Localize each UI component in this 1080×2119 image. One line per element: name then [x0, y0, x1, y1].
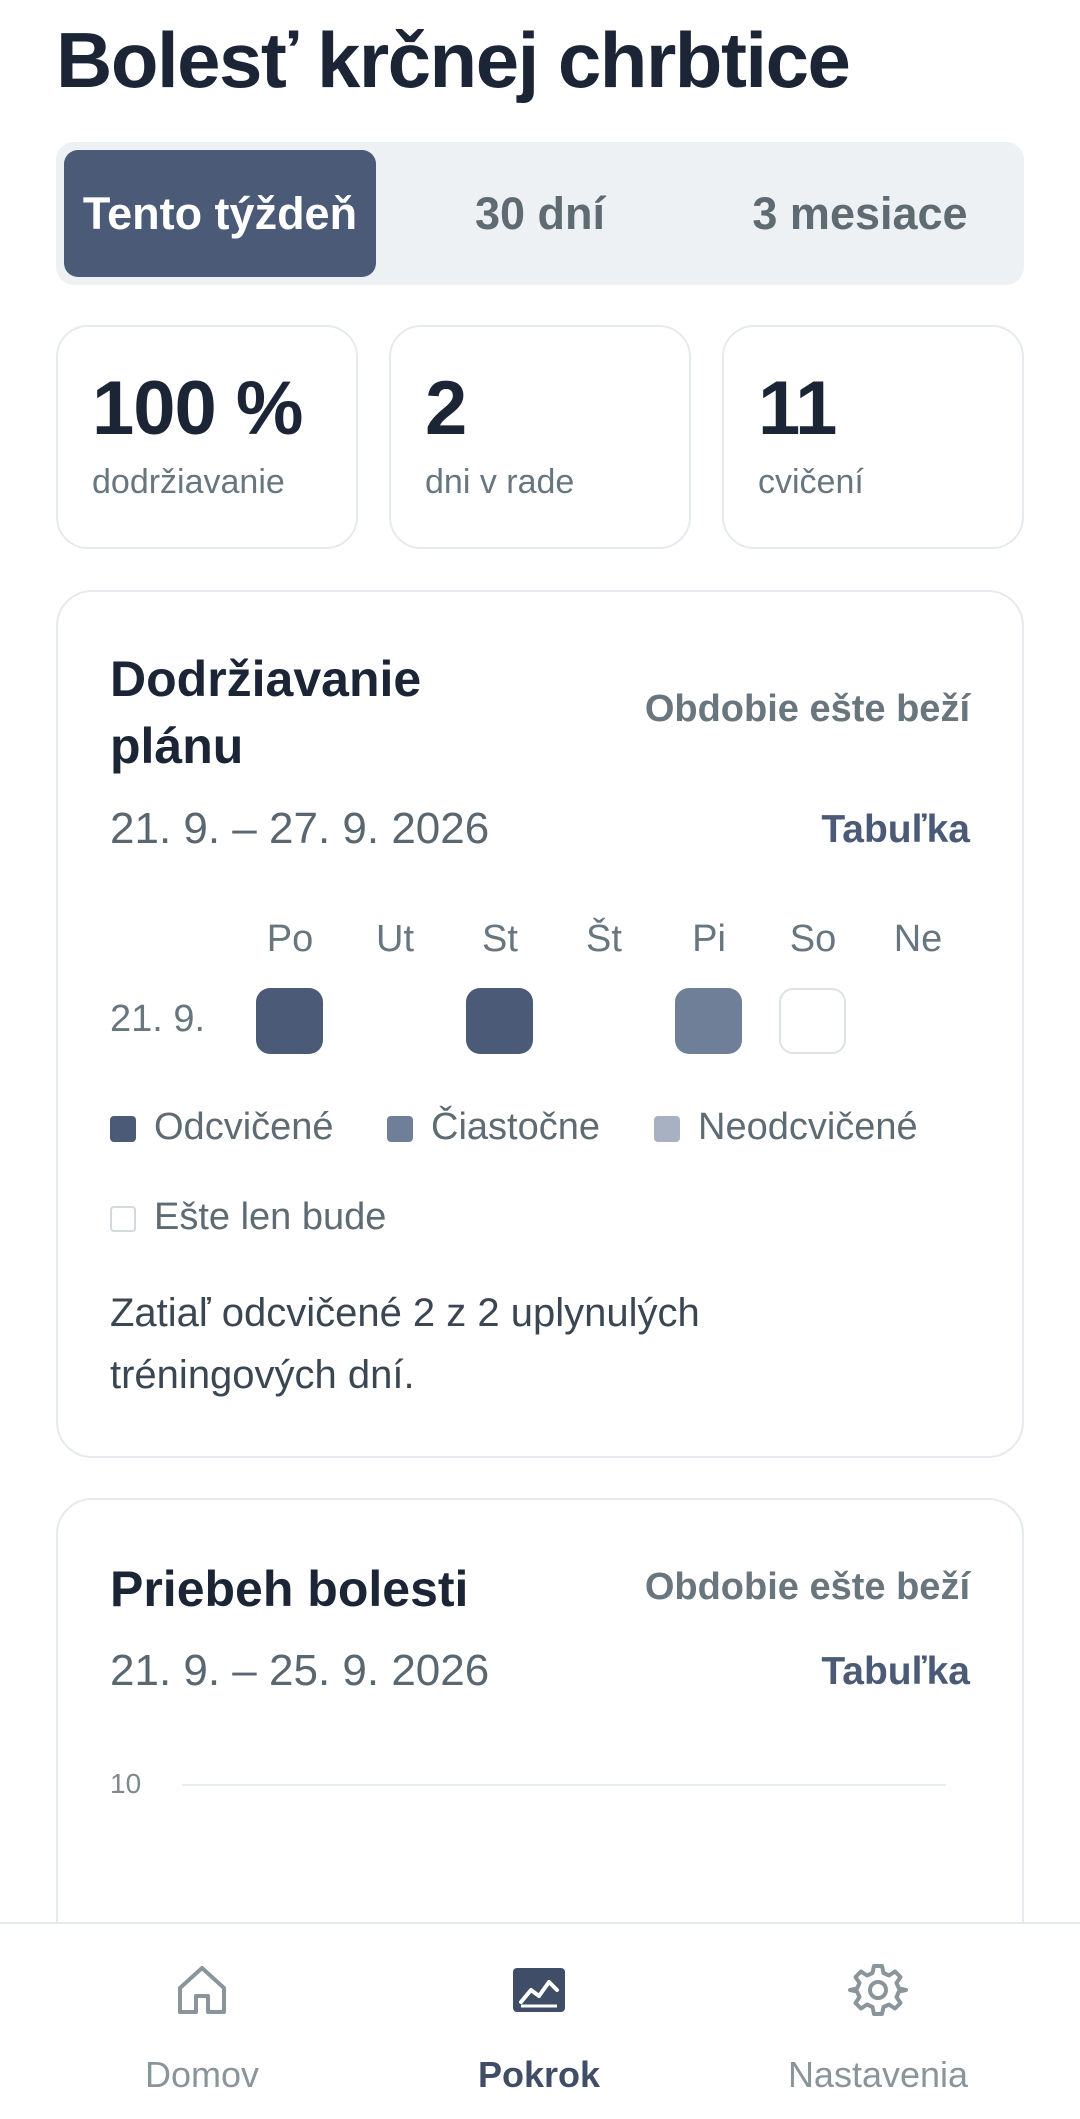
- pain-title: Priebeh bolesti: [110, 1561, 469, 1617]
- day-label-fri: Pi: [692, 918, 726, 960]
- table-link[interactable]: Tabuľka: [821, 808, 970, 852]
- chart-icon: [513, 1968, 565, 2012]
- day-label-wed: St: [482, 918, 518, 960]
- gear-icon: [848, 1964, 908, 2016]
- adherence-summary: Zatiaľ odcvičené 2 z 2 uplynulých trénin…: [110, 1291, 700, 1397]
- day-label-tue: Ut: [376, 918, 414, 960]
- legend-swatch-partial: [387, 1116, 413, 1142]
- legend-label-partial: Čiastočne: [431, 1106, 600, 1148]
- nav-progress[interactable]: Pokrok: [359, 1924, 719, 2119]
- tab-3-months[interactable]: 3 mesiace: [704, 150, 1016, 277]
- stat-label: dni v rade: [425, 463, 575, 501]
- day-label-mon: Po: [266, 918, 314, 960]
- adherence-title: Dodržiavanie plánu: [110, 651, 422, 774]
- stat-label: cvičení: [758, 463, 864, 501]
- day-label-sun: Ne: [893, 918, 943, 960]
- day-cell-tue: [361, 988, 428, 1054]
- chart-gridline: [182, 1784, 946, 1786]
- date-range: 21. 9. – 25. 9. 2026: [110, 1646, 490, 1695]
- page-title: Bolesť krčnej chrbtice: [56, 16, 851, 104]
- stat-value: 11: [758, 366, 837, 451]
- legend-label-missed: Neodcvičené: [698, 1106, 918, 1148]
- stat-label: dodržiavanie: [92, 463, 285, 501]
- legend-swatch-future: [110, 1206, 136, 1232]
- period-status: Obdobie ešte beží: [644, 688, 970, 730]
- bottom-tab-bar: Domov Pokrok Nastavenia: [0, 1922, 1080, 2119]
- nav-settings[interactable]: Nastavenia: [698, 1924, 1058, 2119]
- day-cell-mon[interactable]: [256, 988, 323, 1054]
- day-cell-sun: [884, 988, 951, 1054]
- stat-card-streak: 2 dni v rade: [389, 325, 691, 549]
- nav-label: Domov: [144, 2054, 260, 2095]
- legend-label-done: Odcvičené: [154, 1106, 334, 1148]
- day-label-sat: So: [789, 918, 837, 960]
- stat-value: 100 %: [92, 366, 303, 451]
- day-cell-sat[interactable]: [779, 988, 846, 1054]
- date-range: 21. 9. – 27. 9. 2026: [110, 804, 490, 853]
- nav-label: Pokrok: [477, 2054, 601, 2095]
- legend-swatch-done: [110, 1116, 136, 1142]
- period-status: Obdobie ešte beží: [644, 1566, 970, 1608]
- day-label-thu: Št: [586, 918, 622, 960]
- tab-this-week[interactable]: Tento týždeň: [64, 150, 376, 277]
- day-cell-thu: [570, 988, 637, 1054]
- day-cell-wed[interactable]: [466, 988, 533, 1054]
- week-label: 21. 9.: [110, 998, 206, 1040]
- stat-card-exercises: 11 cvičení: [722, 325, 1024, 549]
- stat-value: 2: [425, 366, 467, 451]
- legend-label-future: Ešte len bude: [154, 1196, 387, 1238]
- home-icon: [178, 1966, 226, 2014]
- period-selector: Tento týždeň 30 dní 3 mesiace: [56, 142, 1024, 285]
- y-axis-tick: 10: [110, 1768, 142, 1799]
- tab-30-days[interactable]: 30 dní: [384, 150, 696, 277]
- table-link[interactable]: Tabuľka: [821, 1650, 970, 1694]
- nav-home[interactable]: Domov: [22, 1924, 382, 2119]
- stat-card-adherence: 100 % dodržiavanie: [56, 325, 358, 549]
- legend-swatch-missed: [654, 1116, 680, 1142]
- nav-label: Nastavenia: [787, 2054, 969, 2095]
- day-cell-fri[interactable]: [675, 988, 742, 1054]
